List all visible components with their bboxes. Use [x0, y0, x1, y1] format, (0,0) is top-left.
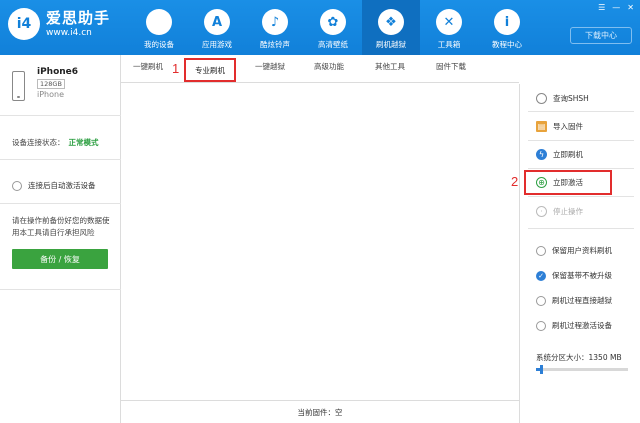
activate-highlight-box — [524, 170, 612, 195]
import-firmware-button[interactable]: ▤ 导入固件 — [536, 121, 583, 132]
divider — [0, 159, 121, 160]
divider — [0, 203, 121, 204]
phone-icon — [12, 71, 25, 101]
option-keep-baseband[interactable]: ✓ 保留基带不被升级 — [536, 270, 612, 281]
nav-toolbox[interactable]: ✕ 工具箱 — [420, 0, 478, 55]
tab-one-click-jailbreak[interactable]: 一键越狱 — [255, 61, 285, 72]
divider — [0, 289, 121, 290]
download-center-button[interactable]: 下载中心 — [570, 27, 632, 44]
nav-apps[interactable]: A 应用游戏 — [188, 0, 246, 55]
content-area — [121, 84, 519, 400]
minimize-icon[interactable]: — — [612, 3, 620, 12]
tab-other-tools[interactable]: 其他工具 — [375, 61, 405, 72]
query-shsh-button[interactable]: 查询SHSH — [536, 93, 589, 104]
device-model: iPhone — [37, 90, 65, 99]
import-icon: ▤ — [536, 121, 547, 132]
flower-icon: ✿ — [320, 9, 346, 35]
warning-text: 请在操作前备份好您的数据使用本工具请自行承担风险 — [12, 216, 110, 237]
annotation-2: 2 — [511, 174, 519, 189]
title-bar: i4 爱思助手 www.i4.cn 我的设备 A 应用游戏 ♪ 酷炫铃声 ✿ 高… — [0, 0, 640, 55]
divider — [0, 115, 121, 116]
option-activate-during-flash[interactable]: 刷机过程激活设备 — [536, 320, 612, 331]
radio-icon[interactable] — [12, 180, 22, 191]
tools-icon: ✕ — [436, 9, 462, 35]
menu-icon[interactable]: ☰ — [598, 3, 605, 12]
logo-icon: i4 — [8, 8, 40, 40]
tab-pro-flash[interactable]: 专业刷机 — [184, 58, 236, 82]
stop-icon: · — [536, 206, 547, 217]
option-jailbreak-during-flash[interactable]: 刷机过程直接越狱 — [536, 295, 612, 306]
option-keep-user-data[interactable]: 保留用户资料刷机 — [536, 245, 612, 256]
current-firmware: 当前固件：空 — [121, 400, 519, 423]
flash-icon: ϟ — [536, 149, 547, 160]
app-window: i4 爱思助手 www.i4.cn 我的设备 A 应用游戏 ♪ 酷炫铃声 ✿ 高… — [0, 0, 640, 423]
action-panel: 查询SHSH ▤ 导入固件 ϟ 立即刷机 ⊕ 立即激活 · 停止操作 保留用户资… — [519, 84, 640, 423]
radio-icon[interactable] — [536, 320, 546, 331]
device-name: iPhone6 — [37, 67, 79, 77]
close-icon[interactable]: ✕ — [627, 3, 634, 12]
tab-bar: 一键刷机 专业刷机 一键越狱 高级功能 其他工具 固件下载 — [121, 55, 519, 83]
check-icon[interactable]: ✓ — [536, 270, 546, 281]
nav-tutorials[interactable]: i 教程中心 — [478, 0, 536, 55]
info-icon: i — [494, 9, 520, 35]
bell-icon: ♪ — [262, 9, 288, 35]
window-controls: ☰ — ✕ — [598, 3, 634, 12]
app-name: 爱思助手 — [46, 9, 111, 27]
backup-restore-button[interactable]: 备份 / 恢复 — [12, 249, 108, 269]
radio-icon[interactable] — [536, 295, 546, 306]
slider-handle[interactable] — [539, 365, 543, 374]
nav-flash-jailbreak[interactable]: ❖ 刷机越狱 — [362, 0, 420, 55]
radio-icon[interactable] — [536, 245, 546, 256]
main-nav: 我的设备 A 应用游戏 ♪ 酷炫铃声 ✿ 高清壁纸 ❖ 刷机越狱 ✕ 工具箱 i… — [130, 0, 536, 55]
apple-icon — [146, 9, 172, 35]
nav-wallpapers[interactable]: ✿ 高清壁纸 — [304, 0, 362, 55]
device-panel: iPhone6 128GB iPhone 设备连接状态： 正常模式 连接后自动激活… — [0, 55, 121, 423]
device-capacity: 128GB — [37, 79, 65, 89]
partition-size-label: 系统分区大小：1350 MB — [536, 353, 622, 362]
partition-size-slider[interactable] — [536, 365, 628, 374]
nav-my-device[interactable]: 我的设备 — [130, 0, 188, 55]
auto-activate-option[interactable]: 连接后自动激活设备 — [12, 180, 96, 191]
nav-ringtones[interactable]: ♪ 酷炫铃声 — [246, 0, 304, 55]
query-icon — [536, 93, 547, 104]
status-badge: 正常模式 — [68, 138, 99, 147]
connection-status: 设备连接状态： 正常模式 — [12, 138, 99, 147]
tab-firmware-download[interactable]: 固件下载 — [436, 61, 466, 72]
tab-advanced[interactable]: 高级功能 — [314, 61, 344, 72]
app-url: www.i4.cn — [46, 28, 92, 38]
logo: i4 爱思助手 www.i4.cn — [8, 8, 110, 40]
dropbox-icon: ❖ — [378, 9, 404, 35]
device-card: iPhone6 128GB iPhone — [12, 67, 78, 101]
stop-operation-button[interactable]: · 停止操作 — [536, 206, 583, 217]
flash-now-button[interactable]: ϟ 立即刷机 — [536, 149, 583, 160]
tab-one-click-flash[interactable]: 一键刷机 — [133, 61, 163, 72]
app-store-icon: A — [204, 9, 230, 35]
annotation-1: 1 — [172, 61, 180, 76]
